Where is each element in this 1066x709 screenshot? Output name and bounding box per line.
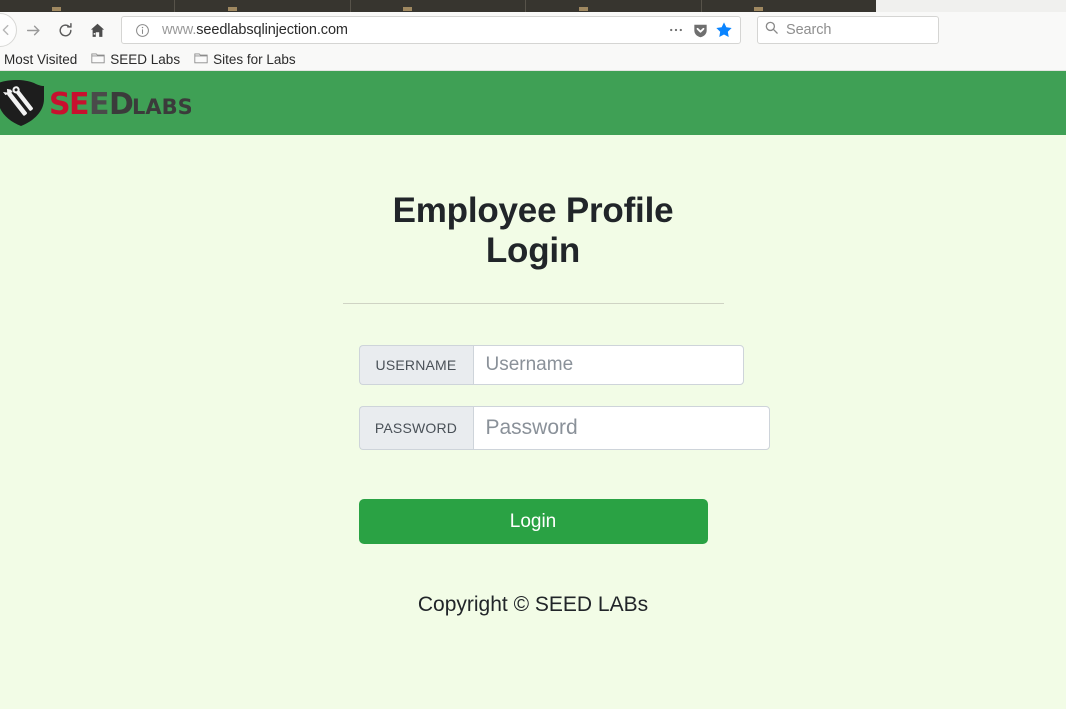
search-icon	[764, 20, 779, 40]
browser-tab[interactable]	[175, 0, 351, 12]
tab-strip-empty-area	[876, 0, 1066, 12]
password-input-group: PASSWORD	[358, 406, 770, 451]
title-divider	[342, 303, 724, 305]
shield-tools-icon: S E E D LABS	[0, 80, 191, 126]
url-host: seedlabsqlinjection.com	[196, 22, 348, 38]
tab-strip	[0, 0, 1066, 12]
browser-tab[interactable]	[0, 0, 176, 12]
username-input-group: USERNAME	[358, 345, 744, 386]
ellipsis-icon[interactable]	[664, 18, 688, 42]
arrow-right-icon	[25, 22, 42, 39]
pocket-shield-icon[interactable]	[688, 18, 712, 42]
login-button[interactable]: Login	[358, 499, 708, 545]
url-text[interactable]: www.seedlabsqlinjection.com	[154, 22, 664, 38]
browser-tab[interactable]	[526, 0, 702, 12]
info-circle-icon[interactable]	[130, 18, 154, 42]
reload-icon	[57, 22, 74, 39]
browser-tab[interactable]	[351, 0, 527, 12]
svg-text:D: D	[109, 87, 133, 122]
browser-tab[interactable]	[702, 0, 876, 12]
search-bar[interactable]: Search	[757, 16, 939, 44]
page-title: Employee Profile Login	[392, 191, 674, 270]
svg-text:E: E	[69, 87, 89, 122]
search-placeholder: Search	[786, 22, 832, 38]
arrow-left-icon	[0, 23, 13, 37]
bookmark-label: SEED Labs	[110, 51, 181, 67]
seed-labs-logo[interactable]: S E E D LABS	[0, 77, 191, 129]
url-scheme: www.	[162, 22, 197, 38]
svg-text:S: S	[49, 87, 70, 122]
password-input[interactable]	[472, 406, 770, 451]
forward-button[interactable]	[17, 15, 49, 45]
url-bar[interactable]: www.seedlabsqlinjection.com	[121, 16, 741, 44]
bookmark-label: Sites for Labs	[213, 51, 296, 67]
star-filled-icon[interactable]	[712, 18, 736, 42]
bookmark-most-visited[interactable]: Most Visited	[0, 50, 84, 69]
bookmarks-bar: Most Visited SEED Labs Sites for Labs	[0, 48, 1066, 71]
username-label: USERNAME	[358, 345, 473, 386]
bookmark-sites-for-labs[interactable]: Sites for Labs	[187, 50, 303, 69]
home-button[interactable]	[81, 15, 113, 45]
reload-button[interactable]	[49, 15, 81, 45]
tab-strip-tabs[interactable]	[0, 0, 876, 12]
folder-icon	[91, 52, 105, 67]
page-content: S E E D LABS Employee Profile Login USER…	[0, 71, 1066, 708]
svg-text:LABS: LABS	[132, 95, 191, 119]
back-button[interactable]	[0, 13, 17, 47]
login-panel: Employee Profile Login USERNAME PASSWORD…	[0, 135, 1066, 617]
copyright-text: Copyright © SEED LABs	[417, 593, 649, 617]
svg-text:E: E	[89, 87, 109, 122]
password-label: PASSWORD	[358, 406, 473, 451]
browser-chrome: www.seedlabsqlinjection.com Search Most …	[0, 0, 1066, 71]
username-input[interactable]	[472, 345, 744, 386]
site-header: S E E D LABS	[0, 71, 1066, 135]
navigation-toolbar: www.seedlabsqlinjection.com Search	[0, 12, 1066, 48]
home-icon	[89, 22, 106, 39]
bookmark-seed-labs[interactable]: SEED Labs	[84, 50, 187, 69]
folder-icon	[194, 52, 208, 67]
bookmark-label: Most Visited	[4, 51, 78, 67]
login-form: USERNAME PASSWORD Login	[358, 345, 770, 545]
